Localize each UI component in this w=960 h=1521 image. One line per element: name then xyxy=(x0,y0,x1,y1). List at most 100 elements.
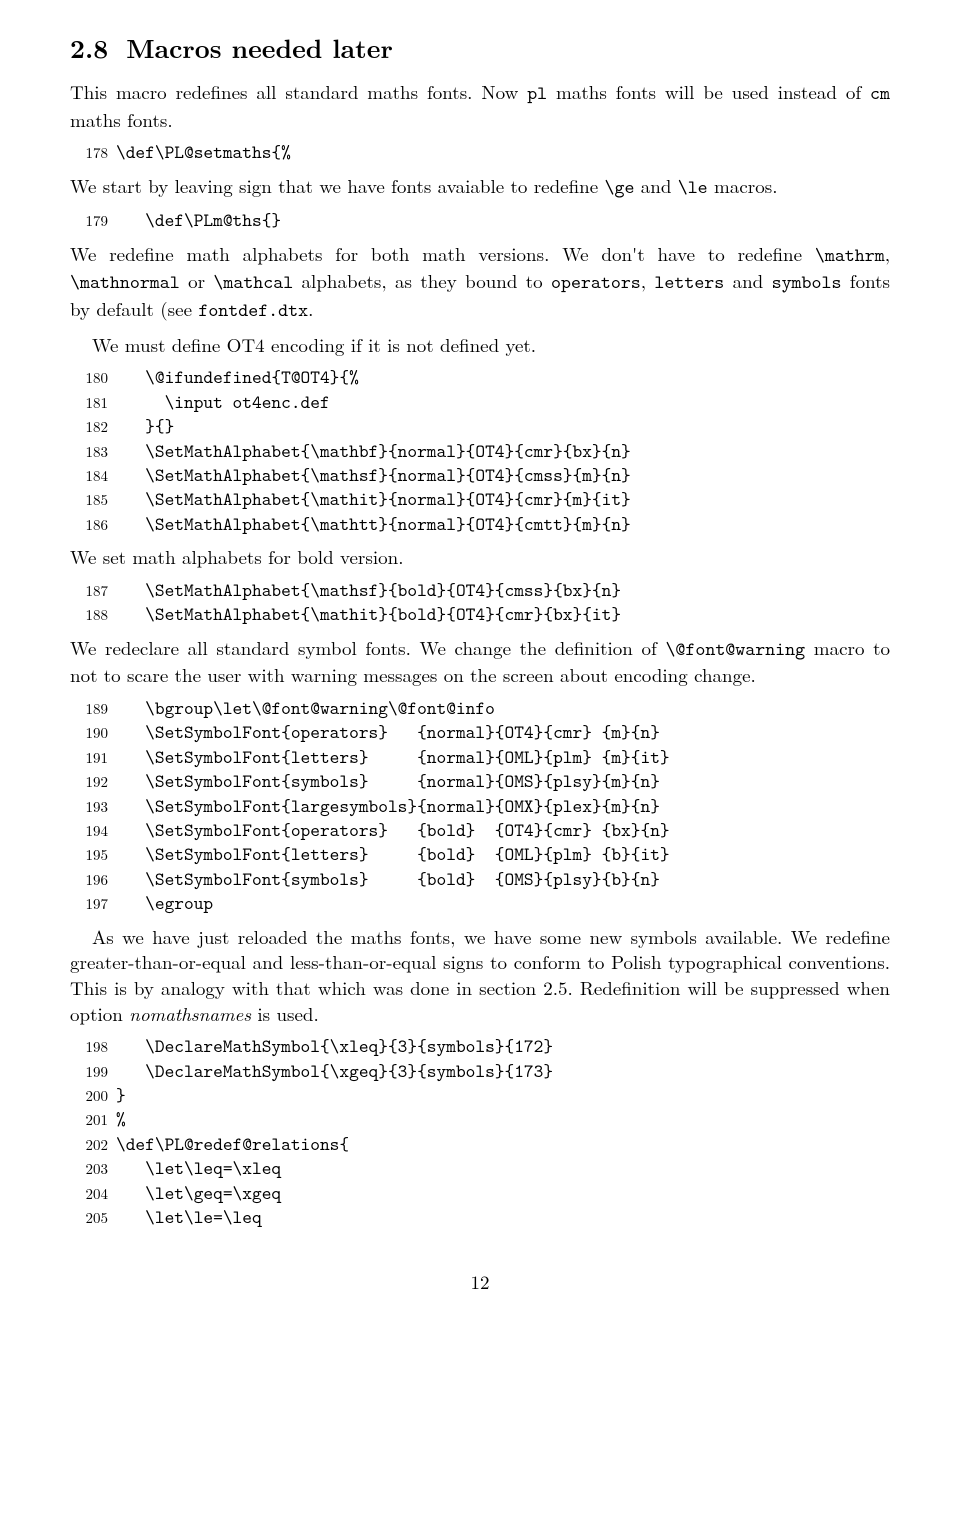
code-line: 180 \@ifundefined{T@OT4}{% xyxy=(70,365,890,389)
line-number: 192 xyxy=(70,772,108,792)
code-line: 182 }{} xyxy=(70,414,890,438)
code-text: \@ifundefined{T@OT4}{% xyxy=(116,365,359,389)
code-text: \let\geq=\xgeq xyxy=(116,1181,281,1205)
line-number: 180 xyxy=(70,368,108,388)
code-line: 190 \SetSymbolFont{operators} {normal}{O… xyxy=(70,720,890,744)
code-text: \SetMathAlphabet{\mathtt}{normal}{OT4}{c… xyxy=(116,512,631,536)
code-line: 202 \def\PL@redef@relations{ xyxy=(70,1132,890,1156)
code-line: 203 \let\leq=\xleq xyxy=(70,1156,890,1180)
code-line: 192 \SetSymbolFont{symbols} {normal}{OMS… xyxy=(70,769,890,793)
code-line: 179 \def\PLm@ths{} xyxy=(70,208,890,232)
code-text: \let\le=\leq xyxy=(116,1205,262,1229)
line-number: 197 xyxy=(70,894,108,914)
line-number: 185 xyxy=(70,490,108,510)
code-line: 184 \SetMathAlphabet{\mathsf}{normal}{OT… xyxy=(70,463,890,487)
code-text: \SetSymbolFont{largesymbols}{normal}{OMX… xyxy=(116,794,660,818)
line-number: 205 xyxy=(70,1208,108,1228)
code-line: 187 \SetMathAlphabet{\mathsf}{bold}{OT4}… xyxy=(70,578,890,602)
line-number: 183 xyxy=(70,442,108,462)
code-text: }{} xyxy=(116,414,174,438)
line-number: 178 xyxy=(70,143,108,163)
code-text: \DeclareMathSymbol{\xgeq}{3}{symbols}{17… xyxy=(116,1059,553,1083)
section-title: Macros needed later xyxy=(126,29,393,66)
code-text: \def\PLm@ths{} xyxy=(116,208,281,232)
paragraph-3: We redefine math alphabets for both math… xyxy=(70,241,890,324)
line-number: 196 xyxy=(70,870,108,890)
code-text: \SetMathAlphabet{\mathsf}{bold}{OT4}{cms… xyxy=(116,578,621,602)
code-line: 200} xyxy=(70,1083,890,1107)
code-line: 201% xyxy=(70,1107,890,1131)
code-text: \egroup xyxy=(116,891,213,915)
code-text: \SetMathAlphabet{\mathit}{bold}{OT4}{cmr… xyxy=(116,602,621,626)
code-line: 194 \SetSymbolFont{operators} {bold} {OT… xyxy=(70,818,890,842)
line-number: 204 xyxy=(70,1184,108,1204)
code-text: \bgroup\let\@font@warning\@font@info xyxy=(116,696,495,720)
code-text: \SetSymbolFont{symbols} {bold} {OMS}{pls… xyxy=(116,867,660,891)
code-line: 181 \input ot4enc.def xyxy=(70,390,890,414)
line-number: 189 xyxy=(70,699,108,719)
code-text: % xyxy=(116,1107,126,1131)
code-line: 199 \DeclareMathSymbol{\xgeq}{3}{symbols… xyxy=(70,1059,890,1083)
code-block-4: 187 \SetMathAlphabet{\mathsf}{bold}{OT4}… xyxy=(70,578,890,627)
code-text: \SetMathAlphabet{\mathit}{normal}{OT4}{c… xyxy=(116,487,631,511)
code-text: \let\leq=\xleq xyxy=(116,1156,281,1180)
code-text: \SetSymbolFont{letters} {normal}{OML}{pl… xyxy=(116,745,670,769)
code-text: \SetSymbolFont{operators} {bold} {OT4}{c… xyxy=(116,818,670,842)
paragraph-2: We start by leaving sign that we have fo… xyxy=(70,173,890,201)
line-number: 187 xyxy=(70,581,108,601)
code-block-3: 180 \@ifundefined{T@OT4}{%181 \input ot4… xyxy=(70,365,890,536)
line-number: 199 xyxy=(70,1062,108,1082)
line-number: 186 xyxy=(70,515,108,535)
line-number: 188 xyxy=(70,605,108,625)
page-number: 12 xyxy=(70,1269,890,1295)
code-text: \SetMathAlphabet{\mathsf}{normal}{OT4}{c… xyxy=(116,463,631,487)
line-number: 194 xyxy=(70,821,108,841)
line-number: 198 xyxy=(70,1037,108,1057)
code-line: 183 \SetMathAlphabet{\mathbf}{normal}{OT… xyxy=(70,439,890,463)
line-number: 182 xyxy=(70,417,108,437)
line-number: 200 xyxy=(70,1086,108,1106)
paragraph-5: We set math alphabets for bold version. xyxy=(70,544,890,570)
code-text: \input ot4enc.def xyxy=(116,390,330,414)
line-number: 193 xyxy=(70,797,108,817)
section-number: 2.8 xyxy=(70,29,108,66)
line-number: 195 xyxy=(70,845,108,865)
line-number: 179 xyxy=(70,211,108,231)
code-text: \def\PL@setmaths{% xyxy=(116,140,291,164)
line-number: 203 xyxy=(70,1159,108,1179)
line-number: 184 xyxy=(70,466,108,486)
code-line: 191 \SetSymbolFont{letters} {normal}{OML… xyxy=(70,745,890,769)
code-block-5: 189 \bgroup\let\@font@warning\@font@info… xyxy=(70,696,890,916)
line-number: 202 xyxy=(70,1135,108,1155)
code-block-6: 198 \DeclareMathSymbol{\xleq}{3}{symbols… xyxy=(70,1034,890,1229)
code-line: 197 \egroup xyxy=(70,891,890,915)
code-line: 198 \DeclareMathSymbol{\xleq}{3}{symbols… xyxy=(70,1034,890,1058)
code-text: \SetSymbolFont{letters} {bold} {OML}{plm… xyxy=(116,842,670,866)
code-block-1: 178 \def\PL@setmaths{% xyxy=(70,140,890,164)
line-number: 190 xyxy=(70,723,108,743)
code-text: \def\PL@redef@relations{ xyxy=(116,1132,349,1156)
paragraph-4: We must define OT4 encoding if it is not… xyxy=(70,332,890,358)
code-text: } xyxy=(116,1083,126,1107)
code-line: 196 \SetSymbolFont{symbols} {bold} {OMS}… xyxy=(70,867,890,891)
line-number: 191 xyxy=(70,748,108,768)
code-text: \SetSymbolFont{symbols} {normal}{OMS}{pl… xyxy=(116,769,660,793)
code-line: 186 \SetMathAlphabet{\mathtt}{normal}{OT… xyxy=(70,512,890,536)
code-line: 205 \let\le=\leq xyxy=(70,1205,890,1229)
code-text: \SetSymbolFont{operators} {normal}{OT4}{… xyxy=(116,720,660,744)
code-line: 195 \SetSymbolFont{letters} {bold} {OML}… xyxy=(70,842,890,866)
code-line: 185 \SetMathAlphabet{\mathit}{normal}{OT… xyxy=(70,487,890,511)
code-line: 204 \let\geq=\xgeq xyxy=(70,1181,890,1205)
code-text: \DeclareMathSymbol{\xleq}{3}{symbols}{17… xyxy=(116,1034,553,1058)
code-text: \SetMathAlphabet{\mathbf}{normal}{OT4}{c… xyxy=(116,439,631,463)
paragraph-7: As we have just reloaded the maths fonts… xyxy=(70,924,890,1027)
code-line: 178 \def\PL@setmaths{% xyxy=(70,140,890,164)
code-line: 193 \SetSymbolFont{largesymbols}{normal}… xyxy=(70,794,890,818)
code-line: 189 \bgroup\let\@font@warning\@font@info xyxy=(70,696,890,720)
paragraph-6: We redeclare all standard symbol fonts. … xyxy=(70,635,890,688)
paragraph-intro: This macro redefines all standard maths … xyxy=(70,79,890,132)
code-line: 188 \SetMathAlphabet{\mathit}{bold}{OT4}… xyxy=(70,602,890,626)
code-block-2: 179 \def\PLm@ths{} xyxy=(70,208,890,232)
line-number: 201 xyxy=(70,1110,108,1130)
section-heading: 2.8 Macros needed later xyxy=(70,30,890,65)
